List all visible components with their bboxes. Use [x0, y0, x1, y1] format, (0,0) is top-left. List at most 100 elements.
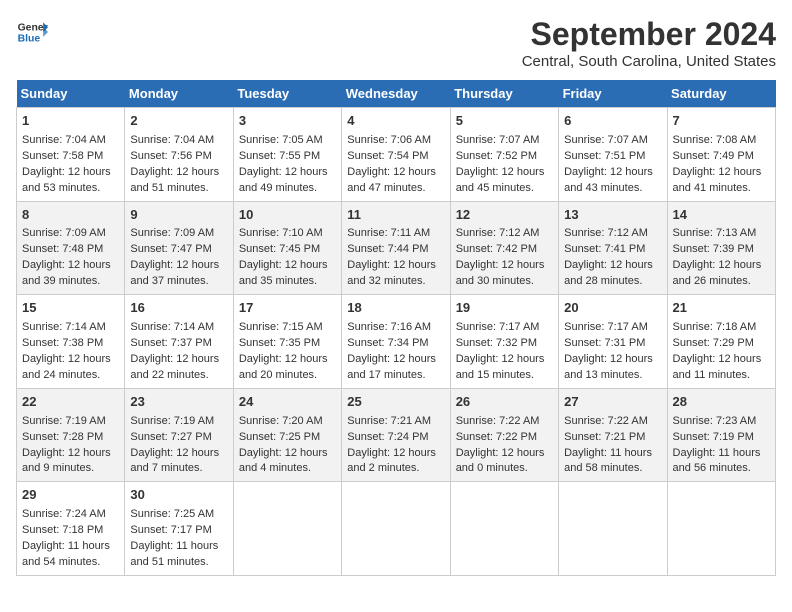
- calendar-week-row: 15Sunrise: 7:14 AMSunset: 7:38 PMDayligh…: [17, 295, 776, 389]
- day-info-line: Sunset: 7:32 PM: [456, 336, 553, 352]
- day-info-line: and 51 minutes.: [130, 181, 227, 197]
- day-info-line: Sunset: 7:52 PM: [456, 149, 553, 165]
- day-info-line: Sunrise: 7:08 AM: [673, 133, 770, 149]
- calendar-cell: 30Sunrise: 7:25 AMSunset: 7:17 PMDayligh…: [125, 482, 233, 576]
- calendar-cell: [667, 482, 775, 576]
- day-number: 10: [239, 206, 336, 225]
- calendar-week-row: 29Sunrise: 7:24 AMSunset: 7:18 PMDayligh…: [17, 482, 776, 576]
- day-info-line: Sunrise: 7:23 AM: [673, 414, 770, 430]
- day-info-line: and 15 minutes.: [456, 368, 553, 384]
- svg-text:Blue: Blue: [18, 34, 41, 45]
- day-info-line: Daylight: 12 hours: [347, 165, 444, 181]
- day-info-line: Sunrise: 7:18 AM: [673, 320, 770, 336]
- day-number: 22: [22, 393, 119, 412]
- day-number: 15: [22, 299, 119, 318]
- day-info-line: Sunrise: 7:06 AM: [347, 133, 444, 149]
- day-info-line: and 35 minutes.: [239, 274, 336, 290]
- day-info-line: Daylight: 12 hours: [22, 352, 119, 368]
- calendar-cell: 24Sunrise: 7:20 AMSunset: 7:25 PMDayligh…: [233, 388, 341, 482]
- calendar-week-row: 22Sunrise: 7:19 AMSunset: 7:28 PMDayligh…: [17, 388, 776, 482]
- calendar-cell: 21Sunrise: 7:18 AMSunset: 7:29 PMDayligh…: [667, 295, 775, 389]
- calendar-cell: 25Sunrise: 7:21 AMSunset: 7:24 PMDayligh…: [342, 388, 450, 482]
- day-info-line: Daylight: 12 hours: [673, 258, 770, 274]
- day-number: 25: [347, 393, 444, 412]
- day-info-line: Sunset: 7:27 PM: [130, 430, 227, 446]
- calendar-cell: 28Sunrise: 7:23 AMSunset: 7:19 PMDayligh…: [667, 388, 775, 482]
- day-info-line: Daylight: 12 hours: [22, 165, 119, 181]
- day-info-line: Sunrise: 7:05 AM: [239, 133, 336, 149]
- calendar-cell: 12Sunrise: 7:12 AMSunset: 7:42 PMDayligh…: [450, 201, 558, 295]
- day-number: 2: [130, 112, 227, 131]
- day-number: 11: [347, 206, 444, 225]
- day-number: 24: [239, 393, 336, 412]
- day-info-line: Sunrise: 7:07 AM: [456, 133, 553, 149]
- calendar-cell: 9Sunrise: 7:09 AMSunset: 7:47 PMDaylight…: [125, 201, 233, 295]
- calendar-cell: 23Sunrise: 7:19 AMSunset: 7:27 PMDayligh…: [125, 388, 233, 482]
- day-info-line: and 24 minutes.: [22, 368, 119, 384]
- calendar-cell: 5Sunrise: 7:07 AMSunset: 7:52 PMDaylight…: [450, 108, 558, 202]
- day-info-line: Sunset: 7:24 PM: [347, 430, 444, 446]
- day-number: 18: [347, 299, 444, 318]
- day-number: 28: [673, 393, 770, 412]
- day-info-line: Sunrise: 7:04 AM: [22, 133, 119, 149]
- day-info-line: Sunset: 7:49 PM: [673, 149, 770, 165]
- day-info-line: and 17 minutes.: [347, 368, 444, 384]
- day-info-line: and 54 minutes.: [22, 555, 119, 571]
- day-info-line: and 32 minutes.: [347, 274, 444, 290]
- day-info-line: Sunrise: 7:10 AM: [239, 226, 336, 242]
- day-info-line: Sunrise: 7:14 AM: [130, 320, 227, 336]
- day-info-line: Sunrise: 7:19 AM: [130, 414, 227, 430]
- day-number: 30: [130, 486, 227, 505]
- day-info-line: and 58 minutes.: [564, 461, 661, 477]
- day-info-line: Daylight: 12 hours: [22, 446, 119, 462]
- calendar-cell: 8Sunrise: 7:09 AMSunset: 7:48 PMDaylight…: [17, 201, 125, 295]
- day-info-line: Daylight: 12 hours: [564, 258, 661, 274]
- day-header-saturday: Saturday: [667, 80, 775, 108]
- day-info-line: Sunrise: 7:15 AM: [239, 320, 336, 336]
- day-info-line: Sunset: 7:34 PM: [347, 336, 444, 352]
- calendar-cell: 19 Sunrise: 7:17 AMSunset: 7:32 PMDayligh…: [450, 295, 558, 389]
- calendar-week-row: 8Sunrise: 7:09 AMSunset: 7:48 PMDaylight…: [17, 201, 776, 295]
- calendar-cell: 14Sunrise: 7:13 AMSunset: 7:39 PMDayligh…: [667, 201, 775, 295]
- day-number: 19: [456, 299, 553, 318]
- calendar-cell: 20Sunrise: 7:17 AMSunset: 7:31 PMDayligh…: [559, 295, 667, 389]
- day-info-line: Daylight: 12 hours: [239, 446, 336, 462]
- day-info-line: and 49 minutes.: [239, 181, 336, 197]
- day-number: 17: [239, 299, 336, 318]
- day-info-line: Daylight: 12 hours: [456, 352, 553, 368]
- day-info-line: and 26 minutes.: [673, 274, 770, 290]
- day-info-line: Daylight: 12 hours: [673, 352, 770, 368]
- day-number: 6: [564, 112, 661, 131]
- day-info-line: and 13 minutes.: [564, 368, 661, 384]
- day-number: 21: [673, 299, 770, 318]
- calendar-cell: 13Sunrise: 7:12 AMSunset: 7:41 PMDayligh…: [559, 201, 667, 295]
- day-info-line: and 39 minutes.: [22, 274, 119, 290]
- day-info-line: Sunrise: 7:17 AM: [564, 320, 661, 336]
- day-header-thursday: Thursday: [450, 80, 558, 108]
- day-info-line: Sunrise: 7:11 AM: [347, 226, 444, 242]
- day-info-line: Sunrise: 7:25 AM: [130, 507, 227, 523]
- day-number: 9: [130, 206, 227, 225]
- day-number: 3: [239, 112, 336, 131]
- day-info-line: and 0 minutes.: [456, 461, 553, 477]
- day-info-line: Sunset: 7:58 PM: [22, 149, 119, 165]
- day-number: 8: [22, 206, 119, 225]
- calendar-table: SundayMondayTuesdayWednesdayThursdayFrid…: [16, 80, 776, 576]
- day-number: 4: [347, 112, 444, 131]
- calendar-cell: 18Sunrise: 7:16 AMSunset: 7:34 PMDayligh…: [342, 295, 450, 389]
- day-info-line: Sunrise: 7:12 AM: [456, 226, 553, 242]
- day-info-line: Sunset: 7:31 PM: [564, 336, 661, 352]
- page-title: September 2024: [522, 16, 776, 53]
- day-info-line: Sunset: 7:25 PM: [239, 430, 336, 446]
- day-info-line: Daylight: 12 hours: [130, 352, 227, 368]
- calendar-cell: 29Sunrise: 7:24 AMSunset: 7:18 PMDayligh…: [17, 482, 125, 576]
- day-number: 23: [130, 393, 227, 412]
- day-info-line: Sunrise: 7:09 AM: [22, 226, 119, 242]
- day-info-line: Sunrise: 7:17 AM: [456, 320, 553, 336]
- calendar-cell: 10Sunrise: 7:10 AMSunset: 7:45 PMDayligh…: [233, 201, 341, 295]
- calendar-cell: [233, 482, 341, 576]
- day-info-line: Sunrise: 7:21 AM: [347, 414, 444, 430]
- calendar-cell: [342, 482, 450, 576]
- day-info-line: and 4 minutes.: [239, 461, 336, 477]
- day-header-tuesday: Tuesday: [233, 80, 341, 108]
